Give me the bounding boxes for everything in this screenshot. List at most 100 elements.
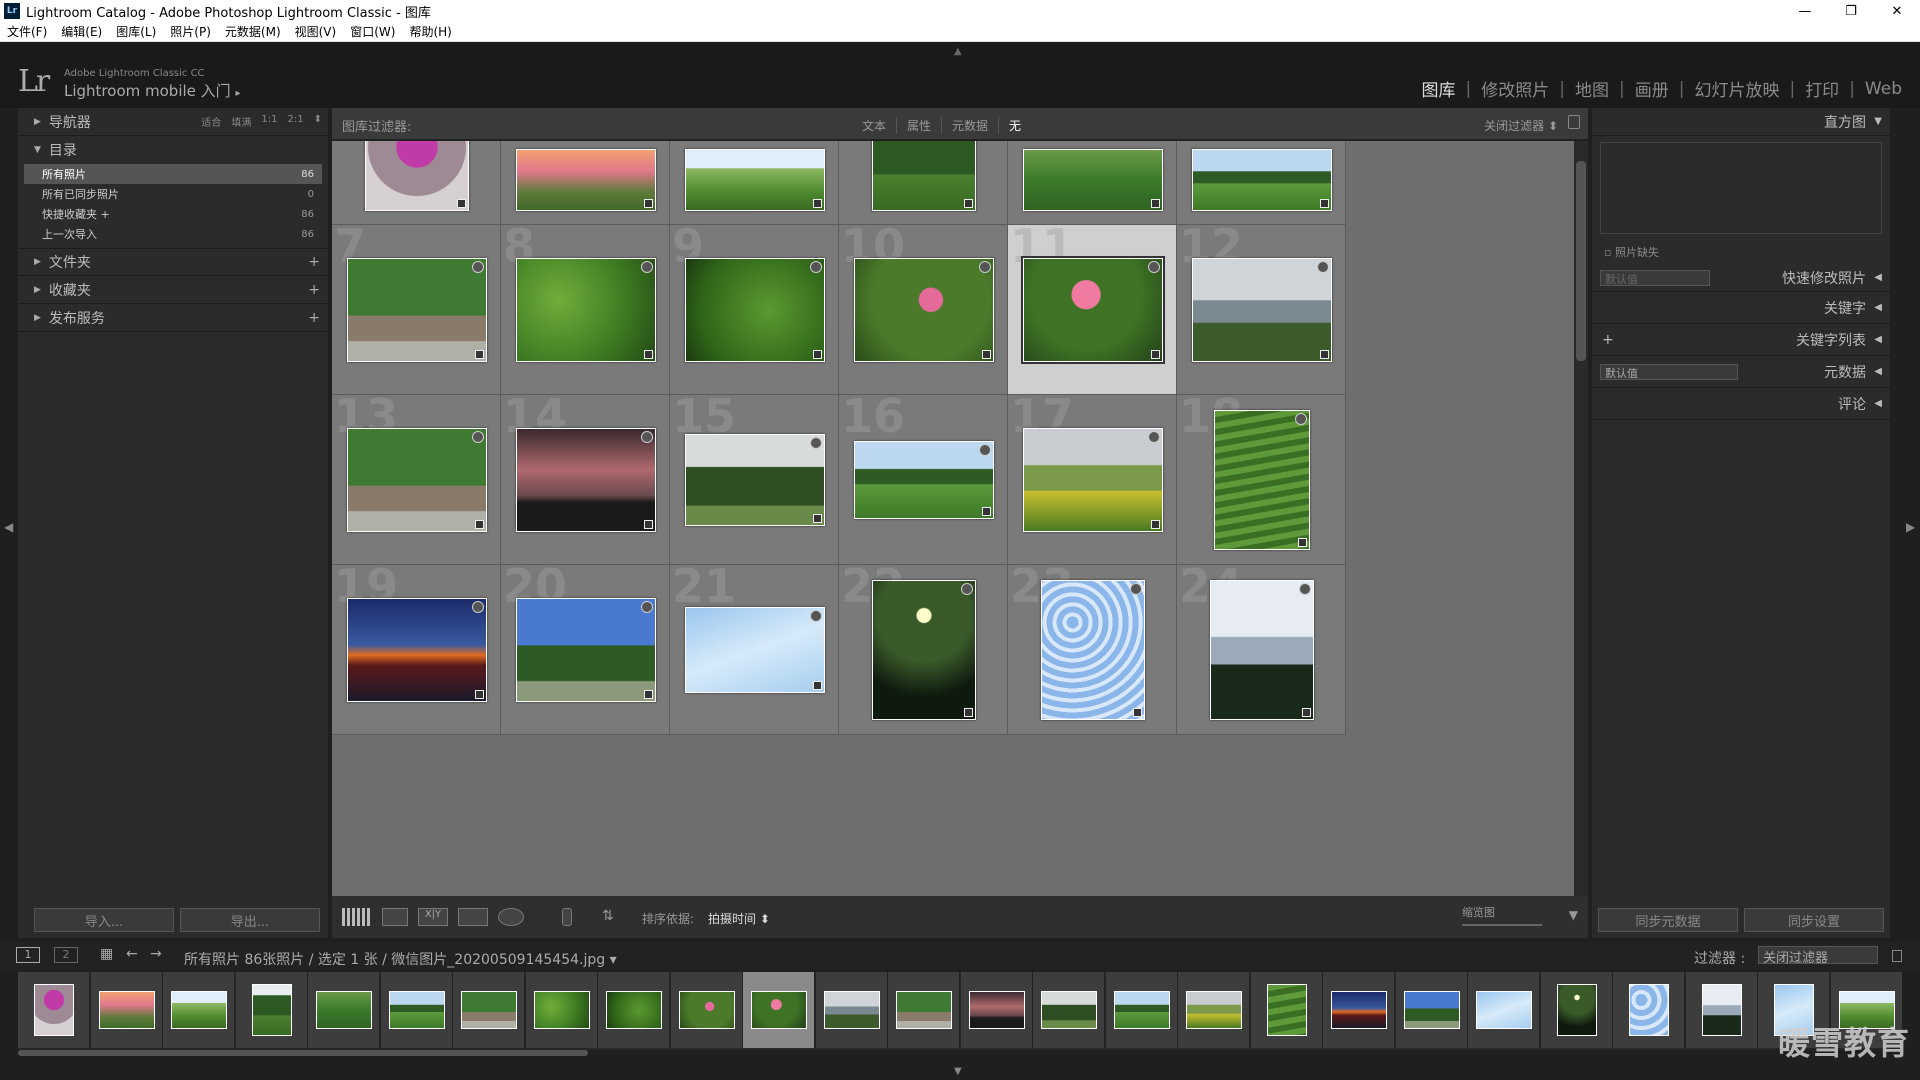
grid-cell[interactable]: 13 [332,389,501,565]
quick-develop-header[interactable]: 默认值 快速修改照片 ◀ [1592,264,1890,292]
filmstrip-cell[interactable] [380,972,453,1048]
photo-thumbnail[interactable] [684,258,825,362]
menu-edit[interactable]: 编辑(E) [54,23,109,40]
filmstrip-thumbnail[interactable] [98,991,155,1029]
keywording-header[interactable]: 关键字 ◀ [1592,292,1890,324]
minimize-button[interactable]: — [1782,0,1828,22]
filmstrip-thumbnail[interactable] [251,984,292,1036]
module-book[interactable]: 画册 [1625,76,1679,101]
close-button[interactable]: ✕ [1874,0,1920,22]
catalog-item-synced[interactable]: 所有已同步照片 0 [24,184,322,204]
filmstrip-thumbnail[interactable] [896,991,952,1029]
filter-metadata[interactable]: 元数据 [942,117,1000,134]
photo-thumbnail[interactable] [364,141,469,211]
filmstrip-scrollbar[interactable] [18,1050,588,1056]
filmstrip-thumbnail[interactable] [34,984,74,1036]
grid-cell[interactable] [501,141,670,225]
add-folder-icon[interactable]: + [308,254,320,270]
menu-metadata[interactable]: 元数据(M) [218,23,288,40]
grid-cell[interactable]: 22 [839,559,1008,735]
photo-thumbnail[interactable] [1022,149,1163,211]
filmstrip-cell[interactable] [163,972,235,1048]
grid-cell[interactable]: 8 [501,219,670,395]
nav-fit[interactable]: 适合 [201,114,221,129]
photo-thumbnail[interactable] [853,441,994,519]
folders-header[interactable]: ▶ 文件夹 + [18,248,328,276]
filmstrip-filter-select[interactable]: 关闭过滤器 [1758,946,1878,966]
photo-thumbnail[interactable] [515,428,656,532]
survey-view-icon[interactable] [458,908,488,926]
metadata-preset-select[interactable]: 默认值 [1600,363,1738,380]
filter-attribute[interactable]: 属性 [897,117,943,134]
quick-collection-dot-icon[interactable] [1298,583,1311,595]
filmstrip-breadcrumb[interactable]: 所有照片 86张照片 / 选定 1 张 / 微信图片_2020050914545… [184,949,617,969]
filmstrip-cell[interactable] [1685,972,1758,1048]
photo-thumbnail[interactable] [346,258,487,362]
quick-collection-dot-icon[interactable] [471,431,484,443]
photo-thumbnail[interactable] [684,607,825,693]
metadata-header[interactable]: 默认值 元数据 ◀ [1592,356,1890,388]
lock-icon[interactable] [1568,115,1580,129]
menu-view[interactable]: 视图(V) [288,23,344,40]
filmstrip-thumbnail[interactable] [1556,984,1597,1036]
grid-cell[interactable]: 21 [670,559,839,735]
add-collection-icon[interactable]: + [308,282,320,298]
quick-collection-dot-icon[interactable] [809,437,822,449]
photo-thumbnail[interactable] [853,258,994,362]
grid-cell[interactable]: 10 [839,219,1008,395]
filmstrip-thumbnail[interactable] [606,991,662,1029]
photo-thumbnail[interactable] [871,580,976,720]
grid-cell[interactable]: 23 [1008,559,1177,735]
quick-collection-dot-icon[interactable] [640,601,653,613]
quick-collection-dot-icon[interactable] [809,610,822,622]
grid-scrollbar-thumb[interactable] [1576,161,1586,361]
filmstrip-thumbnail[interactable] [316,991,372,1029]
photo-thumbnail[interactable] [1191,149,1332,211]
grid-cell[interactable]: 16 [839,389,1008,565]
quick-collection-dot-icon[interactable] [1294,413,1307,425]
photo-thumbnail[interactable] [1213,410,1310,550]
collections-header[interactable]: ▶ 收藏夹 + [18,276,328,304]
photo-thumbnail[interactable] [1191,258,1332,362]
photo-thumbnail[interactable] [515,598,656,702]
quick-collection-dot-icon[interactable] [640,431,653,443]
nav-fill[interactable]: 填满 [231,114,251,129]
filmstrip-thumbnail[interactable] [1476,991,1532,1029]
filmstrip-cell[interactable] [960,972,1033,1048]
filmstrip-cell[interactable] [308,972,380,1048]
photo-thumbnail[interactable] [515,149,656,211]
toolbar-menu-icon[interactable]: ▼ [1569,908,1578,922]
filter-text[interactable]: 文本 [852,117,898,134]
nav-1-1[interactable]: 1:1 [261,114,277,129]
grid-cell[interactable]: 24 [1177,559,1346,735]
add-publish-service-icon[interactable]: + [308,310,320,326]
keyword-list-header[interactable]: + 关键字列表 ◀ [1592,324,1890,356]
quick-collection-dot-icon[interactable] [809,261,822,273]
filmstrip-cell[interactable] [1613,972,1685,1048]
filmstrip-thumbnail[interactable] [1186,991,1242,1029]
filmstrip-thumbnail[interactable] [1113,991,1170,1029]
navigator-header[interactable]: ▶ 导航器 适合 填满 1:1 2:1 ⬍ [18,108,328,136]
sync-settings-button[interactable]: 同步设置 [1744,908,1884,932]
filmstrip-thumbnail[interactable] [533,991,590,1029]
filmstrip-cell[interactable] [1033,972,1105,1048]
identity-line2[interactable]: Lightroom mobile 入门 ▸ [64,80,240,101]
sort-select[interactable]: 拍摄时间 ⬍ [708,910,770,927]
photo-thumbnail[interactable] [346,428,487,532]
quick-collection-dot-icon[interactable] [471,261,484,273]
photo-thumbnail[interactable] [684,434,825,526]
grid-cell[interactable]: 7 [332,219,501,395]
filmstrip-cell[interactable] [1540,972,1613,1048]
quick-collection-dot-icon[interactable] [978,261,991,273]
menu-library[interactable]: 图库(L) [109,23,163,40]
filmstrip-cell[interactable] [1468,972,1540,1048]
grid-cell[interactable] [1177,141,1346,225]
photo-thumbnail[interactable] [1020,256,1165,364]
filmstrip-thumbnail[interactable] [1701,984,1742,1036]
add-keyword-icon[interactable]: + [1602,332,1614,348]
loupe-view-icon[interactable] [382,908,408,926]
catalog-item-previous-import[interactable]: 上一次导入 86 [24,224,322,244]
filmstrip-thumbnail[interactable] [1266,984,1307,1036]
filmstrip-thumbnail[interactable] [1629,984,1669,1036]
quick-collection-dot-icon[interactable] [471,601,484,613]
